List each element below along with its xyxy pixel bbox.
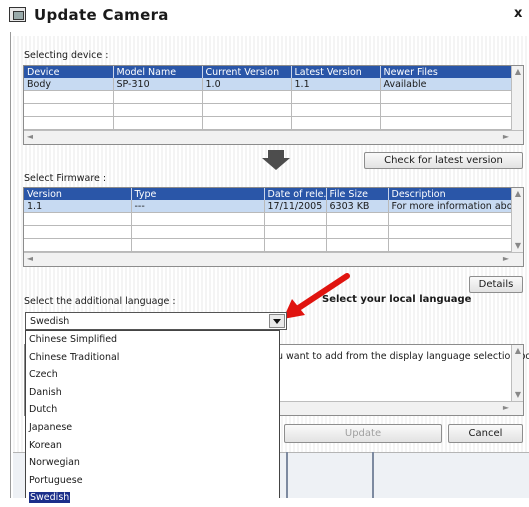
language-option[interactable]: Czech [26, 366, 279, 384]
scroll-right-icon[interactable]: ► [500, 253, 512, 265]
empty-row [24, 212, 514, 226]
table-row[interactable]: Body SP-310 1.0 1.1 Available [24, 78, 514, 91]
chevron-down-icon [273, 319, 281, 324]
empty-row [24, 238, 514, 252]
cancel-button[interactable]: Cancel [448, 424, 523, 443]
scroll-left-icon[interactable]: ◄ [24, 131, 36, 143]
device-col-header[interactable]: Newer Files [380, 66, 514, 78]
table-cell: 1.0 [202, 78, 292, 91]
language-option[interactable]: Portuguese [26, 472, 279, 490]
device-col-header[interactable]: Latest Version [291, 66, 381, 78]
scroll-up-icon[interactable]: ▲ [512, 66, 523, 78]
language-info-text: u want to add from the display language … [277, 351, 529, 362]
device-horizontal-scrollbar[interactable]: ◄ ► [24, 130, 523, 144]
language-option-selected[interactable]: Swedish [26, 489, 279, 507]
firmware-col-header[interactable]: Type [131, 188, 265, 200]
language-dropdown-list: Chinese Simplified Chinese Traditional C… [25, 330, 280, 504]
language-option[interactable]: Chinese Simplified [26, 331, 279, 349]
language-option[interactable]: Norwegian [26, 454, 279, 472]
language-combobox[interactable]: Swedish [25, 312, 287, 330]
language-option[interactable]: Danish [26, 384, 279, 402]
annotation-text: Select your local language [322, 294, 472, 305]
device-col-header[interactable]: Current Version [202, 66, 292, 78]
firmware-col-header[interactable]: Version [24, 188, 132, 200]
firmware-section-label: Select Firmware : [24, 173, 107, 184]
window-title: Update Camera [34, 6, 169, 24]
table-cell: 1.1 [291, 78, 381, 91]
language-option[interactable]: Korean [26, 437, 279, 455]
close-button[interactable]: x [514, 6, 522, 21]
language-option[interactable]: Chinese Traditional [26, 349, 279, 367]
firmware-col-header[interactable]: Date of rele.. [264, 188, 327, 200]
empty-row [24, 225, 514, 239]
language-option[interactable]: Dutch [26, 401, 279, 419]
scroll-down-icon[interactable]: ▼ [512, 240, 523, 252]
firmware-table: Version Type Date of rele.. File Size De… [23, 187, 524, 267]
camera-app-icon [9, 7, 26, 22]
firmware-header-row: Version Type Date of rele.. File Size De… [24, 188, 514, 200]
device-table: Device Model Name Current Version Latest… [23, 65, 524, 145]
empty-row [24, 90, 514, 104]
device-section-label: Selecting device : [24, 50, 109, 61]
empty-row [24, 116, 514, 130]
device-col-header[interactable]: Device [24, 66, 114, 78]
table-cell: 6303 KB [326, 200, 389, 213]
background-divider [372, 452, 374, 498]
scroll-right-icon[interactable]: ► [500, 402, 512, 414]
device-vertical-scrollbar[interactable]: ▲ [511, 66, 523, 130]
check-latest-version-button[interactable]: Check for latest version [364, 152, 523, 169]
device-header-row: Device Model Name Current Version Latest… [24, 66, 514, 78]
firmware-col-header[interactable]: Description [388, 188, 514, 200]
info-vertical-scrollbar[interactable]: ▲ ▼ [511, 345, 523, 401]
firmware-col-header[interactable]: File Size [326, 188, 389, 200]
table-cell: 17/11/2005 [264, 200, 327, 213]
table-cell: Body [24, 78, 114, 91]
scroll-up-icon[interactable]: ▲ [512, 188, 523, 200]
table-cell: 1.1 [24, 200, 132, 213]
firmware-vertical-scrollbar[interactable]: ▲ ▼ [511, 188, 523, 252]
language-section-label: Select the additional language : [24, 296, 176, 307]
background-divider [286, 452, 288, 498]
table-cell: --- [131, 200, 265, 213]
table-cell: SP-310 [113, 78, 203, 91]
title-bar: Update Camera x [0, 0, 529, 32]
language-option[interactable]: Japanese [26, 419, 279, 437]
scroll-up-icon[interactable]: ▲ [512, 345, 524, 357]
details-button[interactable]: Details [469, 276, 523, 293]
table-cell: Available [380, 78, 514, 91]
firmware-horizontal-scrollbar[interactable]: ◄ ► [24, 252, 523, 266]
table-cell: For more information about ... [388, 200, 514, 213]
scroll-left-icon[interactable]: ◄ [24, 253, 36, 265]
scroll-down-icon[interactable]: ▼ [512, 389, 524, 401]
update-button[interactable]: Update [284, 424, 442, 443]
empty-row [24, 103, 514, 117]
language-selected-value: Swedish [30, 316, 70, 327]
scroll-right-icon[interactable]: ► [500, 131, 512, 143]
device-col-header[interactable]: Model Name [113, 66, 203, 78]
down-arrow-icon [262, 150, 290, 170]
combo-dropdown-button[interactable] [269, 314, 285, 328]
table-row[interactable]: 1.1 --- 17/11/2005 6303 KB For more info… [24, 200, 514, 213]
